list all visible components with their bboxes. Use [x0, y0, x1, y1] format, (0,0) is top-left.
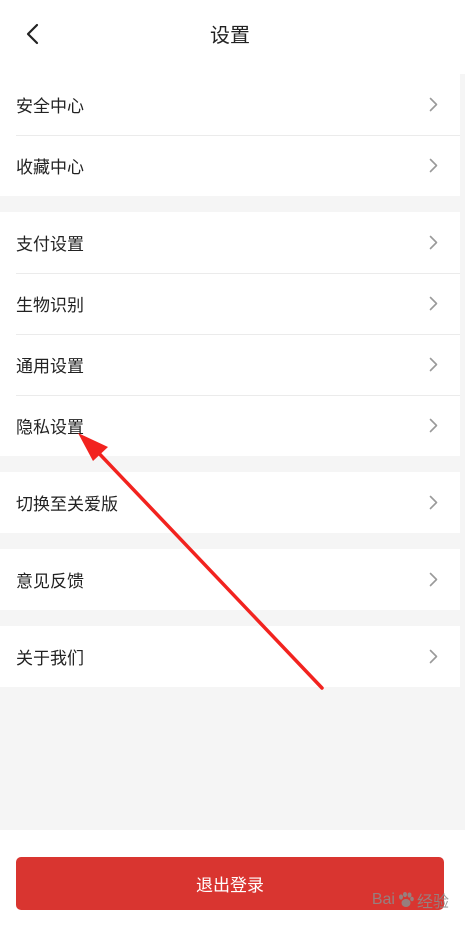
chevron-right-icon — [426, 96, 440, 114]
settings-item-payment[interactable]: 支付设置 — [0, 212, 460, 273]
settings-item-feedback[interactable]: 意见反馈 — [0, 549, 460, 610]
settings-item-label: 支付设置 — [16, 235, 84, 255]
settings-item-general[interactable]: 通用设置 — [0, 334, 460, 395]
paw-icon — [398, 891, 414, 907]
settings-group-account: 安全中心 收藏中心 — [0, 74, 460, 196]
top-bar: 设置 — [0, 0, 465, 74]
settings-item-label: 切换至关爱版 — [16, 495, 118, 515]
settings-item-privacy[interactable]: 隐私设置 — [0, 395, 460, 456]
baidu-jingyan-watermark: Bai 经验 — [372, 888, 449, 912]
chevron-right-icon — [426, 571, 440, 589]
settings-item-biometrics[interactable]: 生物识别 — [0, 273, 460, 334]
settings-item-label: 关于我们 — [16, 649, 84, 669]
settings-item-label: 收藏中心 — [16, 158, 84, 178]
settings-group-care-mode: 切换至关爱版 — [0, 472, 460, 533]
settings-item-label: 生物识别 — [16, 296, 84, 316]
chevron-right-icon — [426, 494, 440, 512]
chevron-right-icon — [426, 648, 440, 666]
chevron-right-icon — [426, 356, 440, 374]
settings-item-label: 隐私设置 — [16, 418, 84, 438]
chevron-right-icon — [426, 417, 440, 435]
settings-item-favorites-center[interactable]: 收藏中心 — [0, 135, 460, 196]
chevron-right-icon — [426, 295, 440, 313]
chevron-right-icon — [426, 234, 440, 252]
settings-group-feedback: 意见反馈 — [0, 549, 460, 610]
settings-item-label: 通用设置 — [16, 357, 84, 377]
settings-item-label: 安全中心 — [16, 97, 84, 117]
chevron-right-icon — [426, 157, 440, 175]
settings-item-care-mode[interactable]: 切换至关爱版 — [0, 472, 460, 533]
settings-group-general: 支付设置 生物识别 通用设置 隐私设置 — [0, 212, 460, 456]
settings-group-about: 关于我们 — [0, 626, 460, 687]
settings-item-about-us[interactable]: 关于我们 — [0, 626, 460, 687]
page-title: 设置 — [210, 23, 250, 47]
settings-item-security-center[interactable]: 安全中心 — [0, 74, 460, 135]
settings-item-label: 意见反馈 — [16, 572, 84, 592]
watermark-brand-left: Bai — [371, 891, 395, 908]
watermark-brand-right: 经验 — [416, 894, 449, 911]
